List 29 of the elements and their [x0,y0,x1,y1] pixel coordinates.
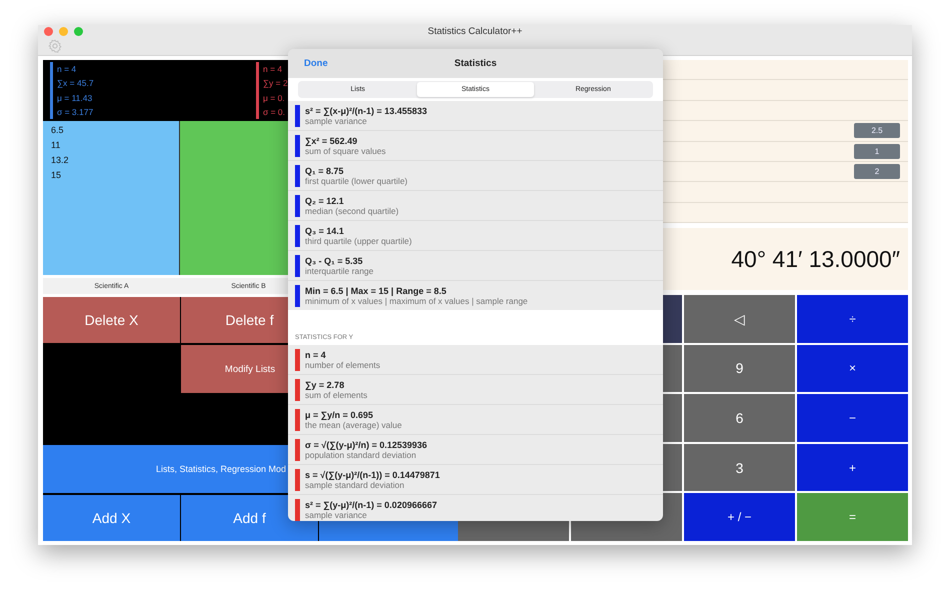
caption: population standard deviation [305,450,418,460]
formula: Q₃ - Q₁ = 5.35 [305,256,364,266]
summary-line: n = 4 [263,64,284,74]
window-title: Statistics Calculator++ [428,26,522,37]
formula: Min = 6.5 | Max = 15 | Range = 8.5 [305,286,448,296]
formula: s² = ∑(x-μ)²/(n-1) = 13.455833 [305,106,427,116]
formula: ∑x² = 562.49 [305,136,358,146]
caption: sample variance [305,116,367,126]
formula: Q₃ = 14.1 [305,226,345,236]
caption: sum of square values [305,146,386,156]
formula: μ = ∑y/n = 0.695 [305,410,374,420]
summary-line: ∑y = 2 [263,78,288,88]
formula: Q₂ = 12.1 [305,196,345,206]
summary-line: μ = 11.43 [57,92,94,103]
summary-line: ∑x = 45.7 [57,78,94,88]
summary-line: σ = 0. [263,106,286,117]
summary-line: n = 4 [57,64,78,74]
summary-line: μ = 0. [263,92,286,103]
caption: first quartile (lower quartile) [305,176,408,186]
formula: Q₁ = 8.75 [305,166,344,176]
caption: sample standard deviation [305,480,406,490]
caption: interquartile range [305,266,374,276]
caption: the mean (average) value [305,420,402,430]
display-value: 40° 41′ 13.0000″ [731,246,900,272]
summary-line: σ = 3.177 [57,106,94,117]
caption: median (second quartile) [305,206,399,216]
caption: third quartile (upper quartile) [305,236,412,246]
formula: s = √(∑(y-μ)²/(n-1)) = 0.14479871 [305,470,440,480]
popover-title: Statistics [454,58,497,69]
